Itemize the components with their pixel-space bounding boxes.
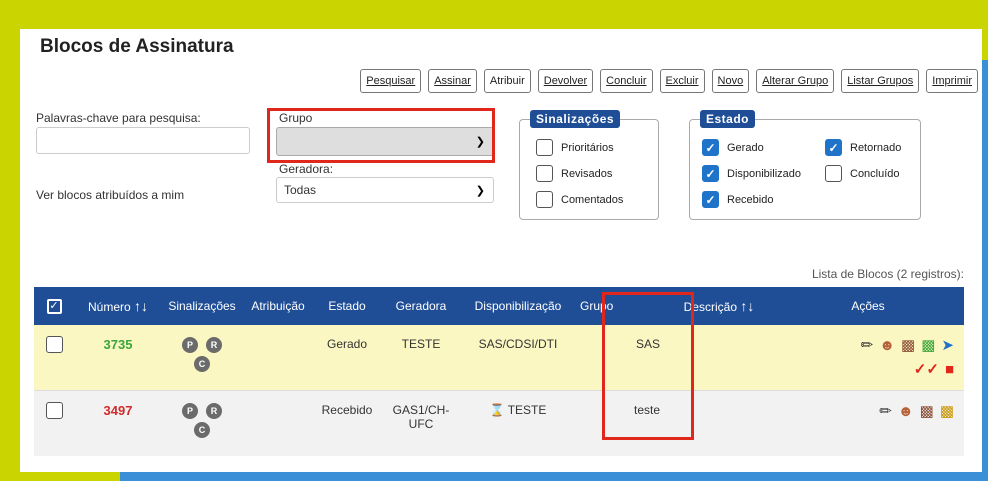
assinar-button[interactable]: Assinar	[428, 69, 477, 93]
estado-cell: Recebido	[321, 402, 373, 417]
col-geradora: Geradora	[395, 299, 447, 313]
comentado-icon[interactable]: C	[194, 421, 210, 438]
geradora-cell: TESTE	[401, 337, 441, 351]
user-icon[interactable]: ☻	[898, 403, 914, 421]
estado-cell: Gerado	[326, 337, 368, 351]
block-number-link[interactable]: 3497	[104, 403, 133, 418]
send-icon[interactable]: ➤	[941, 337, 954, 355]
devolver-button[interactable]: Devolver	[537, 69, 594, 93]
select-all-icon[interactable]: ✓	[34, 287, 74, 325]
checkbox-icon[interactable]	[825, 165, 842, 182]
atribuir-button[interactable]: Atribuir	[483, 69, 531, 93]
excluir-button[interactable]: Excluir	[659, 69, 705, 93]
signal-badges: P R C	[179, 402, 225, 438]
prioritario-icon[interactable]: P	[182, 337, 198, 353]
comentado-icon[interactable]: C	[194, 356, 210, 372]
return-icon[interactable]: ▩	[940, 403, 954, 421]
check-icon[interactable]: ✓	[702, 139, 719, 156]
keywords-input[interactable]	[36, 127, 250, 154]
prioritario-icon[interactable]: P	[182, 402, 198, 419]
trash-icon[interactable]: ■	[945, 361, 954, 379]
check-icon[interactable]: ✓	[702, 191, 719, 208]
gerado-checkbox[interactable]: ✓ Gerado	[702, 139, 764, 156]
disponibilizacao-cell: SAS/CDSI/DTI	[478, 337, 558, 351]
hourglass-icon: ⌛	[489, 402, 505, 417]
keywords-label: Palavras-chave para pesquisa:	[36, 111, 201, 125]
user-icon[interactable]: ☻	[879, 337, 895, 355]
share-icon[interactable]: ▩	[921, 337, 935, 355]
estado-group: Estado ✓ Gerado ✓ Retornado ✓ Disponibiliza…	[689, 110, 921, 220]
blocks-table: ✓ Número ↑↓ Sinalizações Atribuição Esta…	[34, 287, 964, 456]
revisados-checkbox[interactable]: Revisados	[536, 165, 612, 182]
col-sinalizacoes: Sinalizações	[168, 299, 236, 313]
chevron-down-icon: ❯	[475, 185, 485, 197]
block-number-link[interactable]: 3735	[104, 337, 133, 352]
col-estado: Estado	[328, 299, 366, 313]
recebido-checkbox[interactable]: ✓ Recebido	[702, 191, 773, 208]
estado-legend: Estado	[700, 110, 756, 128]
sinalizacoes-group: Sinalizações Prioritários Revisados Come…	[519, 110, 659, 220]
col-numero[interactable]: Número ↑↓	[74, 287, 162, 325]
revisado-icon[interactable]: R	[206, 402, 222, 419]
toolbar: Pesquisar Assinar Atribuir Devolver Conc…	[360, 69, 978, 93]
table-header: ✓ Número ↑↓ Sinalizações Atribuição Esta…	[34, 287, 964, 325]
checkbox-icon[interactable]	[536, 165, 553, 182]
geradora-cell: GAS1/CH-UFC	[392, 402, 450, 431]
view-documents-icon[interactable]: ▩	[901, 337, 915, 355]
pencil-icon[interactable]: ✏	[861, 337, 874, 355]
table-row: 3735 P R C Gerado TESTE SAS/CDSI/DTI SAS…	[34, 325, 964, 390]
check-icon[interactable]: ✓	[825, 139, 842, 156]
disponibilizado-checkbox[interactable]: ✓ Disponibilizado	[702, 165, 801, 182]
check-icon[interactable]: ✓	[702, 165, 719, 182]
prioritarios-checkbox[interactable]: Prioritários	[536, 139, 614, 156]
checkbox-icon[interactable]	[536, 139, 553, 156]
alterar-grupo-button[interactable]: Alterar Grupo	[756, 69, 835, 93]
row-actions: ✏ ☻ ▩ ▩	[844, 403, 954, 421]
table-row: 3497 P R C Recebido GAS1/CH-UFC ⌛ TESTE …	[34, 390, 964, 456]
row-checkbox[interactable]	[45, 401, 63, 419]
signal-badges: P R C	[179, 337, 225, 372]
checkbox-icon[interactable]	[536, 191, 553, 208]
geradora-select[interactable]: Todas ❯	[276, 177, 494, 203]
main-panel: Blocos de Assinatura Pesquisar Assinar A…	[20, 29, 982, 472]
highlight-grupo-filter	[267, 108, 495, 163]
imprimir-button[interactable]: Imprimir	[926, 69, 978, 93]
disponibilizacao-cell: ⌛ TESTE	[489, 402, 547, 417]
comentados-checkbox[interactable]: Comentados	[536, 191, 623, 208]
pencil-icon[interactable]: ✏	[879, 403, 892, 421]
row-actions: ✏ ☻ ▩ ▩ ➤ ✓✓ ■	[844, 337, 954, 379]
sign-check-icon[interactable]: ✓✓	[914, 361, 939, 379]
col-disponibilizacao: Disponibilização	[474, 299, 562, 313]
geradora-label: Geradora:	[279, 162, 334, 176]
sinalizacoes-legend: Sinalizações	[530, 110, 621, 128]
list-count: Lista de Blocos (2 registros):	[811, 267, 964, 281]
atribuicao-cell	[242, 390, 314, 456]
novo-button[interactable]: Novo	[711, 69, 750, 93]
pesquisar-button[interactable]: Pesquisar	[360, 69, 422, 93]
atribuicao-cell	[242, 325, 314, 390]
listar-grupos-button[interactable]: Listar Grupos	[841, 69, 920, 93]
sort-icon[interactable]: ↑↓	[740, 298, 754, 314]
page-title: Blocos de Assinatura	[40, 36, 234, 57]
row-checkbox[interactable]	[45, 336, 63, 353]
col-acoes: Ações	[851, 299, 885, 313]
view-documents-icon[interactable]: ▩	[920, 403, 934, 421]
assigned-to-me-label[interactable]: Ver blocos atribuídos a mim	[36, 188, 184, 202]
concluido-checkbox[interactable]: Concluído	[825, 165, 900, 182]
highlight-grupo-column	[602, 292, 694, 440]
col-atribuicao: Atribuição	[251, 299, 305, 313]
revisado-icon[interactable]: R	[206, 337, 222, 353]
concluir-button[interactable]: Concluir	[600, 69, 653, 93]
sort-icon[interactable]: ↑↓	[134, 298, 148, 314]
retornado-checkbox[interactable]: ✓ Retornado	[825, 139, 901, 156]
